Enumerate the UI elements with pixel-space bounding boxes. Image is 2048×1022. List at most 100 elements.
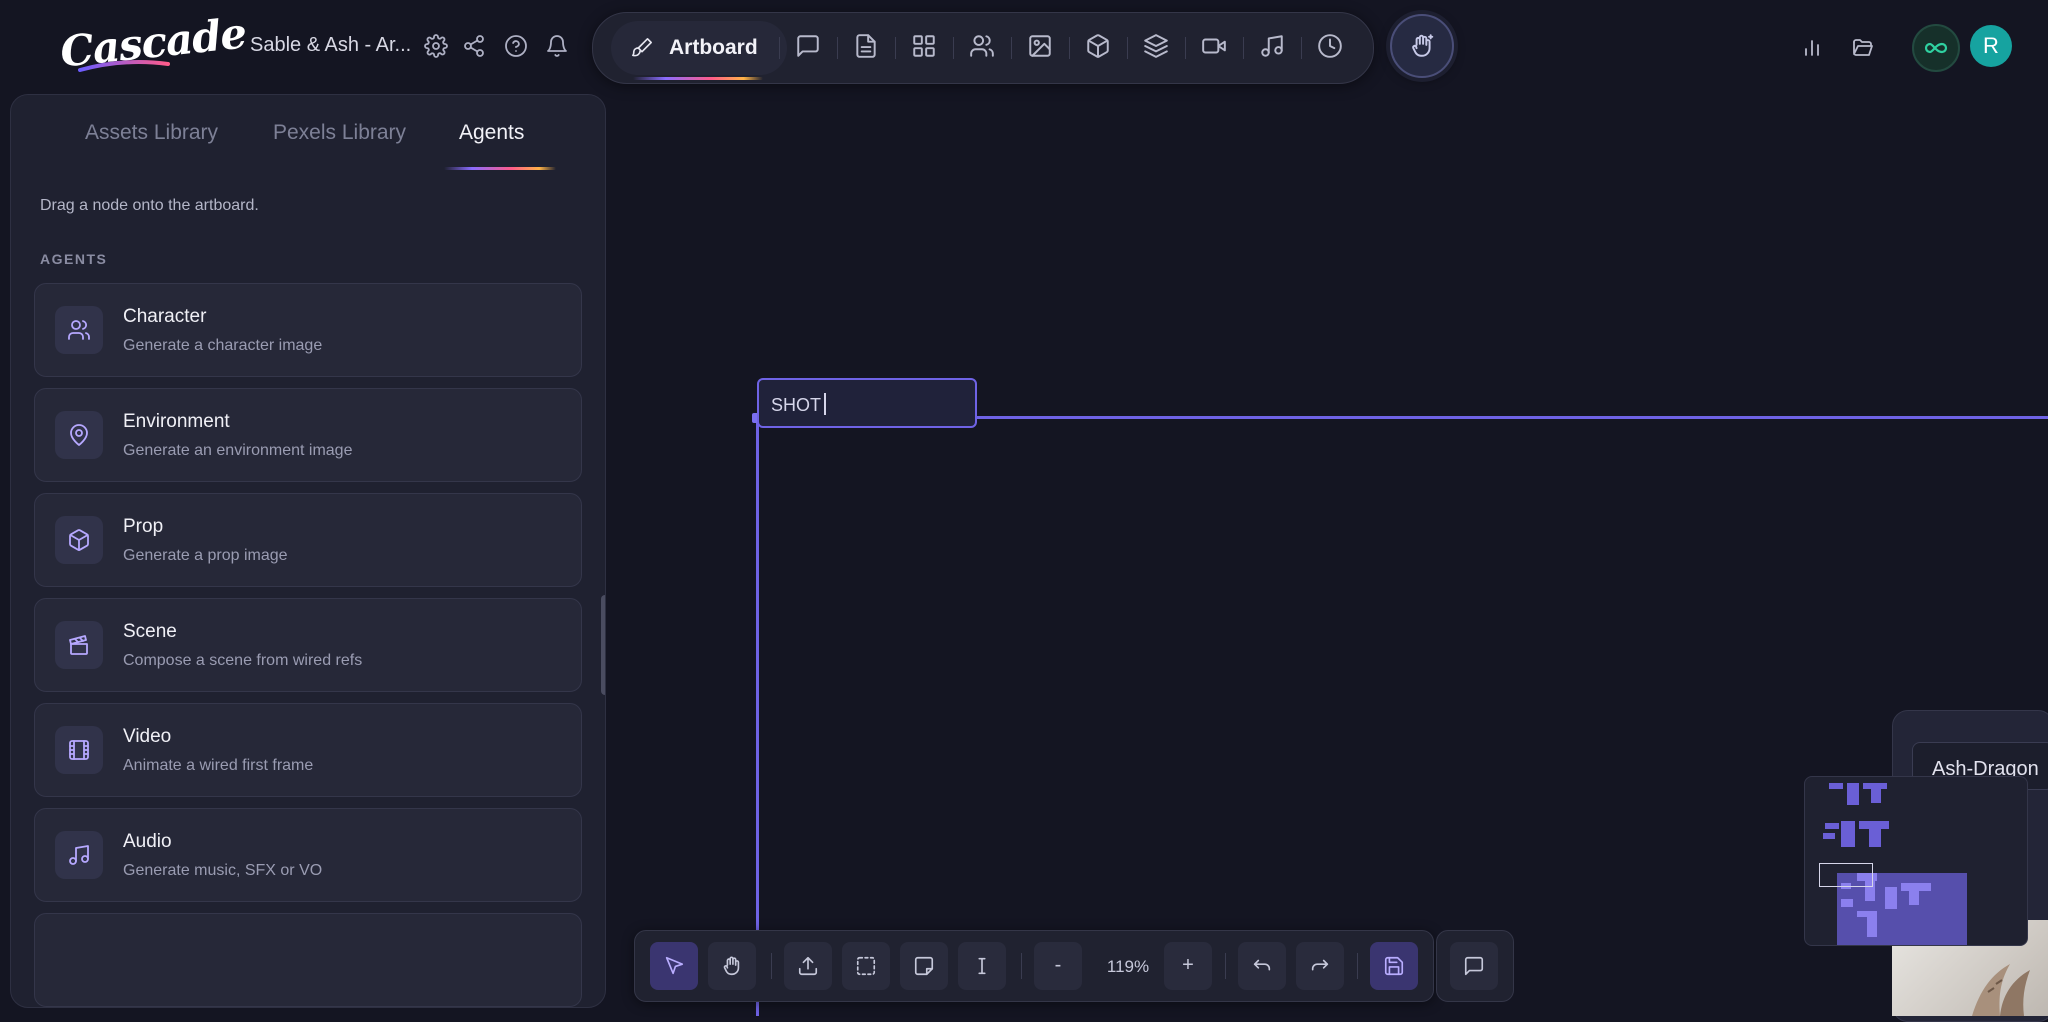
comment-toolbar <box>1436 930 1514 1002</box>
comment-icon <box>1463 955 1485 977</box>
shot-frame-left-edge[interactable] <box>756 418 759 1016</box>
plan-infinity-badge[interactable] <box>1912 24 1960 72</box>
agent-card-character[interactable]: Character Generate a character image <box>34 283 582 377</box>
infinity-icon <box>1924 42 1948 54</box>
chat-icon[interactable] <box>795 33 821 59</box>
pan-tool-button[interactable] <box>708 942 756 990</box>
tab-agents[interactable]: Agents <box>459 121 524 145</box>
toolbar-divider <box>895 37 896 59</box>
settings-gear-icon[interactable] <box>424 34 448 58</box>
bell-icon[interactable] <box>545 34 569 58</box>
history-icon[interactable] <box>1317 33 1343 59</box>
user-avatar[interactable]: R <box>1970 25 2012 67</box>
toolbar-divider <box>771 953 772 979</box>
image-icon[interactable] <box>1027 33 1053 59</box>
redo-button[interactable] <box>1296 942 1344 990</box>
zoom-level[interactable]: 119% <box>1098 957 1158 977</box>
text-cursor <box>824 393 827 415</box>
sparkle-hand-icon <box>1409 33 1435 59</box>
toolbar-divider <box>1225 953 1226 979</box>
agent-card-prop[interactable]: Prop Generate a prop image <box>34 493 582 587</box>
panel-scrollbar[interactable] <box>601 595 605 695</box>
minimap-node <box>1825 823 1839 829</box>
video-icon[interactable] <box>1201 33 1227 59</box>
agent-title: Prop <box>123 516 164 537</box>
zoom-in-button[interactable]: + <box>1164 942 1212 990</box>
toolbar-divider <box>953 37 954 59</box>
canvas-minimap[interactable] <box>1804 776 2028 946</box>
text-tool-button[interactable] <box>958 942 1006 990</box>
toolbar-divider <box>1011 37 1012 59</box>
toolbar-divider <box>1021 953 1022 979</box>
active-tab-underline <box>444 167 556 170</box>
agent-description: Generate music, SFX or VO <box>123 862 323 879</box>
folder-open-icon[interactable] <box>1851 35 1875 59</box>
share-icon[interactable] <box>462 34 486 58</box>
agent-icon-box <box>55 726 103 774</box>
agent-description: Compose a scene from wired refs <box>123 652 363 669</box>
toolbar-divider <box>1243 37 1244 59</box>
sticky-note-button[interactable] <box>900 942 948 990</box>
analytics-bar-icon[interactable] <box>1800 35 1824 59</box>
toolbar-divider <box>1127 37 1128 59</box>
ai-assistant-button[interactable] <box>1390 14 1454 78</box>
agent-card-video[interactable]: Video Animate a wired first frame <box>34 703 582 797</box>
minimap-node <box>1823 833 1835 839</box>
agent-icon-box <box>55 831 103 879</box>
agent-title: Video <box>123 726 172 747</box>
dashed-square-icon <box>855 955 877 977</box>
agent-description: Animate a wired first frame <box>123 757 314 774</box>
agent-description: Generate a character image <box>123 337 323 354</box>
grid-icon[interactable] <box>911 33 937 59</box>
minimap-node <box>1871 787 1881 803</box>
tab-assets-library[interactable]: Assets Library <box>85 121 218 145</box>
agent-card-partial[interactable] <box>34 913 582 1007</box>
users-icon[interactable] <box>969 33 995 59</box>
save-button[interactable] <box>1370 942 1418 990</box>
agent-card-scene[interactable]: Scene Compose a scene from wired refs <box>34 598 582 692</box>
canvas-toolbar: - + <box>634 930 1434 1002</box>
project-title[interactable]: Sable & Ash - Ar... <box>250 34 411 57</box>
undo-button[interactable] <box>1238 942 1286 990</box>
music-icon[interactable] <box>1259 33 1285 59</box>
film-icon <box>67 738 91 762</box>
hand-icon <box>721 955 743 977</box>
toolbar-divider <box>1301 37 1302 59</box>
zoom-out-button[interactable]: - <box>1034 942 1082 990</box>
logo-swoosh <box>78 60 170 72</box>
upload-button[interactable] <box>784 942 832 990</box>
agent-description: Generate an environment image <box>123 442 353 459</box>
tab-pexels-library[interactable]: Pexels Library <box>273 121 406 145</box>
active-tab-glow <box>633 77 763 80</box>
comment-button[interactable] <box>1450 942 1498 990</box>
minimap-node <box>1869 827 1881 847</box>
map-pin-icon <box>67 423 91 447</box>
minimap-node <box>1847 783 1859 805</box>
music-icon <box>67 843 91 867</box>
clapperboard-icon <box>67 633 91 657</box>
minimap-viewport[interactable] <box>1819 863 1873 887</box>
artboard-mode-button[interactable]: Artboard <box>611 21 787 75</box>
agents-panel: Assets Library Pexels Library Agents Dra… <box>10 94 606 1008</box>
undo-icon <box>1251 955 1273 977</box>
minimap-node <box>1829 783 1843 789</box>
shot-label-text: SHOT <box>771 395 822 415</box>
dragon-horn-illustration <box>1972 964 2030 1016</box>
document-icon[interactable] <box>853 33 879 59</box>
sticky-note-icon <box>913 955 935 977</box>
shot-label-input[interactable]: SHOT <box>757 378 977 428</box>
agent-icon-box <box>55 306 103 354</box>
cascade-logo[interactable]: Cascade <box>58 8 248 78</box>
help-icon[interactable] <box>504 34 528 58</box>
agent-icon-box <box>55 621 103 669</box>
agent-icon-box <box>55 411 103 459</box>
toolbar-divider <box>837 37 838 59</box>
marquee-select-button[interactable] <box>842 942 890 990</box>
toolbar-divider <box>1069 37 1070 59</box>
cube-icon[interactable] <box>1085 33 1111 59</box>
agent-card-environment[interactable]: Environment Generate an environment imag… <box>34 388 582 482</box>
select-tool-button[interactable] <box>650 942 698 990</box>
layers-icon[interactable] <box>1143 33 1169 59</box>
agent-icon-box <box>55 516 103 564</box>
agent-card-audio[interactable]: Audio Generate music, SFX or VO <box>34 808 582 902</box>
